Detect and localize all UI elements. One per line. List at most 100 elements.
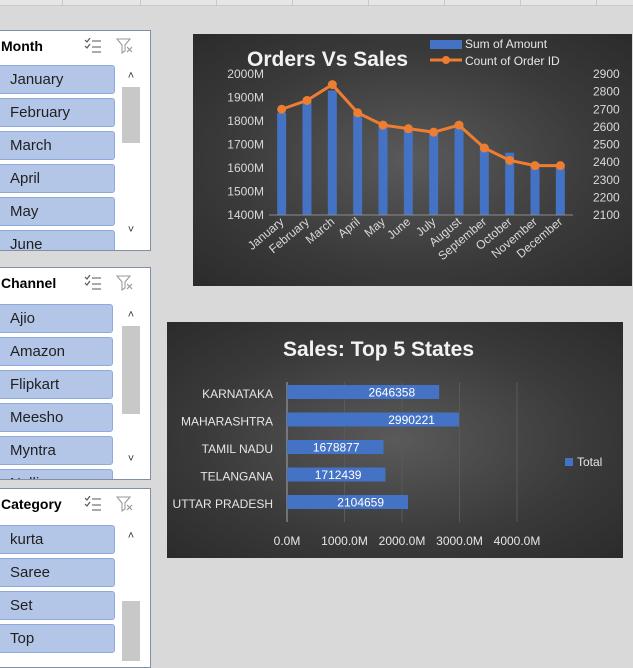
scroll-up-icon[interactable]: ˄: [121, 306, 141, 324]
legend-swatch-bar: [430, 40, 462, 49]
top-states-chart[interactable]: 0.0M 1000.0M 2000.0M 3000.0M 4000.0M KARNATAK…: [167, 322, 623, 558]
bar-august: [454, 123, 464, 215]
data-label-tamil-nadu: 1678877: [313, 441, 360, 455]
scroll-thumb[interactable]: [122, 601, 140, 661]
slicer-item-may[interactable]: May: [0, 197, 115, 226]
y-right-tick-label: 2900: [593, 67, 620, 81]
slicer-item-set[interactable]: Set: [0, 591, 115, 620]
y-left-tick-label: 1800M: [227, 114, 264, 128]
bar-march: [327, 90, 337, 215]
slicer-item-april[interactable]: April: [0, 164, 115, 193]
slicer-item-meesho[interactable]: Meesho: [0, 403, 113, 432]
chart-title: Orders Vs Sales: [247, 48, 409, 71]
legend-count-of-order-id: Count of Order ID: [465, 54, 560, 68]
legend-total: Total: [577, 455, 603, 469]
scroll-thumb[interactable]: [122, 326, 140, 414]
y-left-tick-label: 1500M: [227, 185, 264, 199]
count-of-order-id-line: [281, 82, 561, 168]
scroll-thumb[interactable]: [122, 87, 140, 143]
multi-select-icon[interactable]: [84, 38, 102, 54]
y-right-tick-label: 2400: [593, 155, 620, 169]
point-may: [378, 120, 388, 130]
bar-may: [378, 123, 388, 215]
x-tick-label-june: June: [384, 214, 413, 242]
y-tick-label-karnataka: KARNATAKA: [202, 387, 273, 401]
slicer-month: Month January February March April May J…: [0, 30, 151, 251]
slicer-item-march[interactable]: March: [0, 131, 115, 160]
slicer-header: Channel: [0, 268, 150, 298]
bar-january: [277, 112, 287, 215]
legend-sum-of-amount: Sum of Amount: [465, 37, 548, 51]
slicer-title: Category: [1, 496, 62, 512]
slicer-item-myntra[interactable]: Myntra: [0, 436, 113, 465]
slicer-item-kurta[interactable]: kurta: [0, 525, 115, 554]
y-right-tick-label: 2100: [593, 208, 620, 222]
point-april: [353, 108, 363, 118]
slicer-title: Channel: [1, 275, 57, 291]
clear-filter-icon[interactable]: [116, 496, 134, 512]
scroll-up-icon[interactable]: ˄: [121, 67, 141, 85]
data-label-uttar-pradesh: 2104659: [337, 496, 384, 510]
y-left-tick-label: 1700M: [227, 138, 264, 152]
x-tick-label-march: March: [303, 215, 338, 247]
slicer-header: Category: [0, 489, 150, 519]
x-tick-label: 4000.0M: [494, 534, 541, 548]
point-july: [429, 127, 439, 137]
legend-swatch-line: [430, 56, 462, 64]
y-tick-label-telangana: TELANGANA: [200, 470, 273, 484]
slicer-item-june[interactable]: June: [0, 230, 115, 250]
scroll-up-icon[interactable]: ˄: [121, 527, 141, 545]
x-tick-label-april: April: [335, 215, 362, 241]
multi-select-icon[interactable]: [84, 275, 102, 291]
slicer-item-ajio[interactable]: Ajio: [0, 304, 113, 333]
y-left-tick-label: 1900M: [227, 91, 264, 105]
slicer-item-nalli[interactable]: Nalli: [0, 469, 113, 479]
point-june: [403, 124, 413, 134]
orders-vs-sales-chart[interactable]: 1400M 1500M 1600M 1700M 1800M 1900M 2000M 2100 2…: [193, 34, 632, 286]
bar-february: [302, 101, 312, 215]
slicer-item-flipkart[interactable]: Flipkart: [0, 370, 113, 399]
point-september: [479, 143, 489, 153]
sheet-grid-strip: [0, 0, 633, 6]
legend-swatch-total: [565, 458, 573, 466]
y-tick-label-uttar-pradesh: UTTAR PRADESH: [173, 497, 273, 511]
slicer-channel: Channel Ajio Amazon Flipkart Meesho Mynt…: [0, 267, 151, 480]
bar-july: [429, 132, 439, 215]
data-label-telangana: 1712439: [315, 468, 362, 482]
slicer-item-february[interactable]: February: [0, 98, 115, 127]
point-december: [555, 161, 565, 171]
data-label-karnataka: 2646358: [368, 386, 415, 400]
x-tick-label: 3000.0M: [436, 534, 483, 548]
y-right-tick-label: 2300: [593, 173, 620, 187]
multi-select-icon[interactable]: [84, 496, 102, 512]
y-tick-label-tamil-nadu: TAMIL NADU: [202, 442, 273, 456]
slicer-item-amazon[interactable]: Amazon: [0, 337, 113, 366]
y-left-tick-label: 1400M: [227, 208, 264, 222]
slicer-title: Month: [1, 38, 43, 54]
slicer-item-top[interactable]: Top: [0, 624, 115, 653]
y-right-tick-label: 2800: [593, 85, 620, 99]
point-august: [454, 120, 464, 130]
slicer-scrollbar[interactable]: ˄ ˅: [121, 63, 141, 243]
point-october: [505, 155, 515, 165]
slicer-item-saree[interactable]: Saree: [0, 558, 115, 587]
scroll-down-icon[interactable]: ˅: [121, 221, 141, 239]
slicer-scrollbar[interactable]: ˄ ˅: [121, 300, 141, 476]
slicer-scrollbar[interactable]: ˄: [121, 521, 141, 661]
y-right-tick-label: 2600: [593, 120, 620, 134]
y-right-tick-label: 2200: [593, 190, 620, 204]
clear-filter-icon[interactable]: [116, 38, 134, 54]
clear-filter-icon[interactable]: [116, 275, 134, 291]
data-label-maharashtra: 2990221: [388, 413, 435, 427]
chart-title: Sales: Top 5 States: [283, 338, 475, 361]
point-march: [327, 80, 337, 90]
bar-september: [479, 146, 489, 215]
y-tick-label-maharashtra: MAHARASHTRA: [181, 415, 273, 429]
bar-december: [555, 164, 565, 215]
x-tick-label-may: May: [362, 215, 388, 240]
slicer-item-january[interactable]: January: [0, 65, 115, 94]
bar-april: [353, 113, 363, 215]
y-left-tick-label: 1600M: [227, 161, 264, 175]
point-january: [277, 104, 287, 114]
scroll-down-icon[interactable]: ˅: [121, 450, 141, 468]
